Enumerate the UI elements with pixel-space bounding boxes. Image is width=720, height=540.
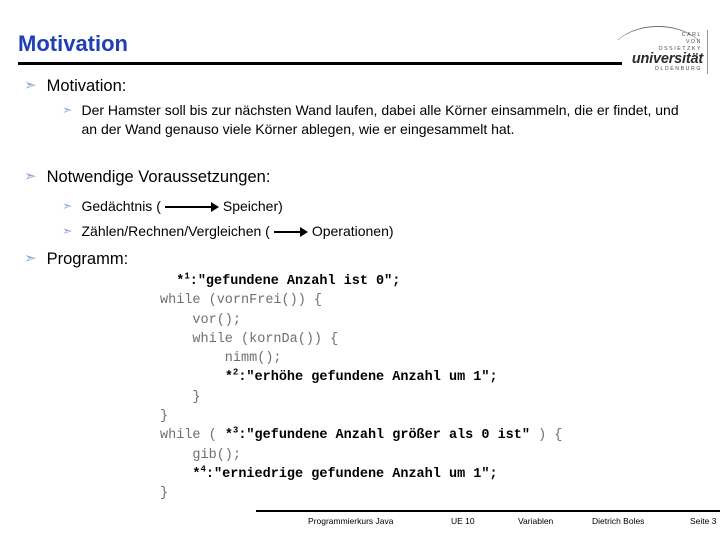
arrow-bullet-icon: ➣: [24, 167, 37, 185]
code-pseudo-statement: *4:"erniedrige gefundene Anzahl um 1";: [192, 464, 498, 482]
pseudocode-block: *1:"gefundene Anzahl ist 0"; while (vornF…: [160, 272, 562, 504]
footer-unit: UE 10: [451, 516, 475, 526]
bullet-voraussetzungen-label: Notwendige Voraussetzungen:: [46, 168, 271, 186]
code-line: *2:"erhöhe gefundene Anzahl um 1";: [160, 368, 562, 387]
title-divider: [18, 62, 622, 65]
footer-course: Programmierkurs Java: [308, 516, 394, 526]
code-line: while ( *3:"gefundene Anzahl größer als …: [160, 425, 563, 444]
page-title: Motivation: [18, 31, 128, 56]
logo-line-von: VON: [685, 39, 702, 45]
code-line: vor();: [160, 312, 242, 328]
university-logo: CARL VON OSSIETZKY universität OLDENBURG: [608, 18, 708, 74]
arrow-bullet-icon: ➣: [62, 102, 73, 117]
code-pseudo-statement: *2:"erhöhe gefundene Anzahl um 1";: [224, 367, 498, 386]
code-line: }: [160, 389, 201, 405]
bullet-hamster-task-label: Der Hamster soll bis zur nächsten Wand l…: [81, 102, 679, 137]
code-pseudo-statement: *3:"gefundene Anzahl größer als 0 ist": [224, 425, 530, 444]
logo-line-city: OLDENBURG: [654, 66, 702, 72]
bullet-programm-label: Programm:: [46, 250, 129, 268]
logo-vertical-rule: [706, 30, 708, 74]
bullet-zaehlen-wrapper: Zählen/Rechnen/Vergleichen ( Operationen): [81, 222, 393, 241]
footer-page-number: Seite 3: [690, 516, 717, 526]
bullet-motivation-label: Motivation:: [46, 77, 127, 95]
right-arrow-icon: [273, 227, 308, 238]
arrow-bullet-icon: ➣: [24, 249, 37, 267]
bullet-zaehlen-suffix: Operationen): [311, 223, 394, 239]
code-line: *4:"erniedrige gefundene Anzahl um 1";: [160, 465, 562, 484]
code-line: nimm();: [160, 351, 282, 367]
footer-divider: [256, 510, 720, 512]
bullet-zaehlen: ➣ Zählen/Rechnen/Vergleichen ( Operatione…: [62, 222, 394, 241]
code-line: gib();: [160, 447, 242, 463]
logo-wordmark: universität: [631, 51, 703, 67]
bullet-motivation: ➣ Motivation:: [24, 76, 126, 96]
bullet-programm: ➣ Programm:: [24, 249, 128, 269]
bullet-zaehlen-prefix: Zählen/Rechnen/Vergleichen (: [81, 223, 270, 239]
bullet-gedaechtnis-wrapper: Gedächtnis ( Speicher): [81, 197, 282, 216]
code-line: while (kornDa()) {: [160, 331, 339, 347]
code-line: }: [160, 486, 169, 502]
code-line: *1:"gefundene Anzahl ist 0";: [160, 272, 562, 291]
logo-line-carl: CARL: [681, 32, 702, 38]
bullet-gedaechtnis-prefix: Gedächtnis (: [81, 198, 161, 214]
bullet-gedaechtnis: ➣ Gedächtnis ( Speicher): [62, 197, 283, 216]
code-pseudo-statement: *1:"gefundene Anzahl ist 0";: [176, 271, 401, 289]
code-line: }: [160, 409, 169, 425]
bullet-hamster-task: ➣ Der Hamster soll bis zur nächsten Wand…: [62, 101, 702, 139]
arrow-bullet-icon: ➣: [62, 223, 73, 238]
footer-topic: Variablen: [518, 516, 554, 526]
slide-footer: Programmierkurs Java UE 10 Variablen Die…: [256, 516, 720, 532]
right-arrow-icon: [164, 202, 219, 213]
bullet-gedaechtnis-suffix: Speicher): [222, 198, 283, 214]
arrow-bullet-icon: ➣: [24, 76, 37, 94]
code-line: while (vornFrei()) {: [160, 293, 323, 309]
bullet-voraussetzungen: ➣ Notwendige Voraussetzungen:: [24, 167, 270, 187]
footer-author: Dietrich Boles: [592, 516, 645, 526]
arrow-bullet-icon: ➣: [62, 198, 73, 213]
